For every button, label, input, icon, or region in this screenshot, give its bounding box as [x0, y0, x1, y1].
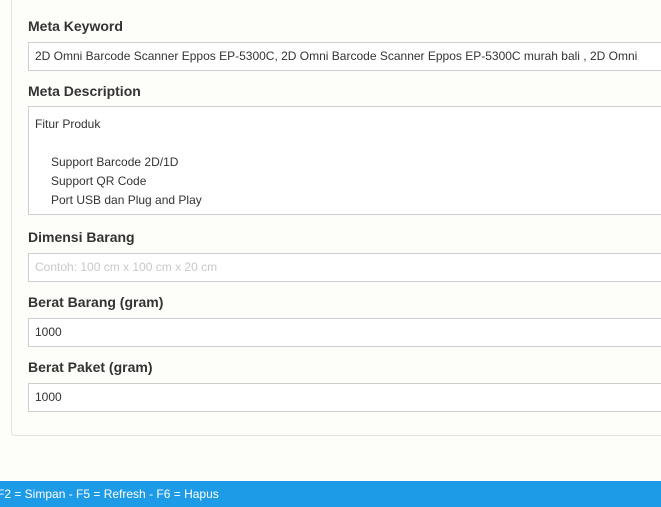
berat-paket-value: 1000: [35, 390, 62, 404]
shortcut-bar: F2 = Simpan - F5 = Refresh - F6 = Hapus: [0, 481, 661, 507]
berat-barang-input[interactable]: 1000: [28, 318, 661, 347]
dimensi-barang-placeholder: Contoh: 100 cm x 100 cm x 20 cm: [35, 260, 218, 274]
description-line: Support Barcode 2D/1D: [51, 155, 179, 169]
dimensi-barang-label: Dimensi Barang: [28, 229, 135, 245]
berat-barang-value: 1000: [35, 325, 62, 339]
description-line: Fitur Produk: [35, 117, 101, 131]
meta-keyword-value: 2D Omni Barcode Scanner Eppos EP-5300C, …: [35, 49, 638, 63]
description-line: Support QR Code: [51, 174, 147, 188]
dimensi-barang-input[interactable]: Contoh: 100 cm x 100 cm x 20 cm: [28, 253, 661, 282]
berat-barang-label: Berat Barang (gram): [28, 294, 164, 310]
shortcut-text: F2 = Simpan - F5 = Refresh - F6 = Hapus: [0, 487, 219, 501]
description-line: Port USB dan Plug and Play: [51, 193, 202, 207]
meta-keyword-label: Meta Keyword: [28, 18, 123, 34]
berat-paket-input[interactable]: 1000: [28, 383, 661, 412]
description-line: [35, 134, 661, 153]
meta-description-textarea[interactable]: Fitur Produk Support Barcode 2D/1D Suppo…: [28, 106, 661, 215]
berat-paket-label: Berat Paket (gram): [28, 359, 153, 375]
product-form-page: Meta Keyword 2D Omni Barcode Scanner Epp…: [0, 0, 661, 507]
meta-keyword-input[interactable]: 2D Omni Barcode Scanner Eppos EP-5300C, …: [28, 42, 661, 71]
meta-description-label: Meta Description: [28, 83, 141, 99]
